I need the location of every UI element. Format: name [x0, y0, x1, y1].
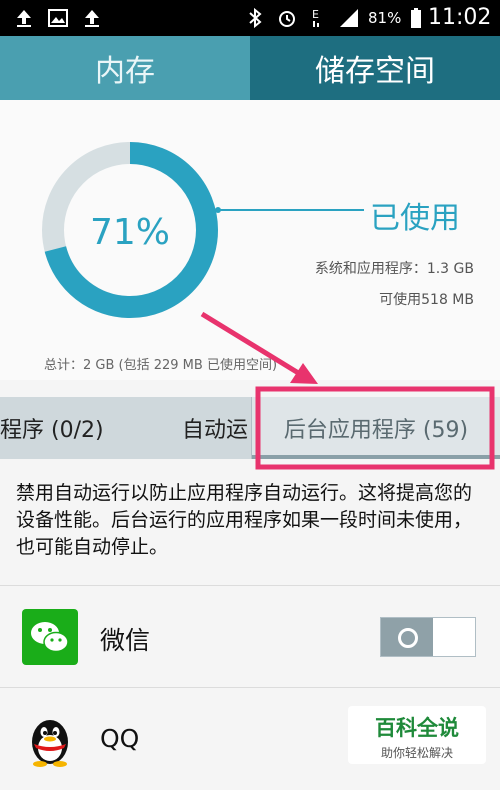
autorun-description: 禁用自动运行以防止应用程序自动运行。这将提高您的设备性能。后台运行的应用程序如果… [16, 482, 473, 558]
bluetooth-icon [249, 7, 262, 29]
clock: 11:02 [428, 5, 492, 30]
upload-icon [85, 10, 99, 27]
battery-icon [411, 8, 421, 28]
svg-text:E: E [312, 8, 319, 21]
qq-penguin-icon [32, 720, 68, 767]
used-label: 已使用 [370, 201, 460, 236]
tab-background-apps[interactable]: 后台应用程序 (59) [252, 397, 500, 459]
leader-line [215, 207, 364, 213]
tab-programs[interactable]: 程序 (0/2) [0, 397, 130, 459]
app-name-wechat: 微信 [100, 626, 151, 655]
upload-icon [17, 10, 31, 27]
alarm-icon [279, 11, 295, 27]
wechat-icon [22, 609, 78, 665]
signal-icon [340, 9, 358, 27]
system-apps-size: 系统和应用程序：1.3 GB [314, 261, 474, 277]
sub-tabs: 程序 (0/2) 自动运 后台应用程序 (59) [0, 397, 500, 459]
watermark-title: 百科全说 [375, 716, 459, 740]
storage-panel: 71% 已使用 系统和应用程序：1.3 GB 可使用518 MB 总计：2 GB… [0, 100, 500, 380]
status-bar: E 81% 11:02 [0, 0, 500, 36]
toggle-knob [381, 618, 433, 656]
watermark: 百科全说 助你轻松解决 [348, 706, 486, 764]
tab-storage[interactable]: 储存空间 [250, 36, 500, 100]
top-tabs: 内存 储存空间 [0, 36, 500, 100]
available-size: 可使用518 MB [379, 292, 474, 308]
wechat-autorun-toggle[interactable] [380, 617, 476, 657]
battery-percent: 81% [368, 9, 402, 27]
watermark-subtitle: 助你轻松解决 [380, 746, 453, 760]
tab-memory[interactable]: 内存 [0, 36, 250, 100]
image-icon [48, 9, 68, 27]
total-size: 总计：2 GB (包括 229 MB 已使用空间) [44, 358, 278, 373]
app-name-qq: QQ [100, 724, 140, 753]
tab-autorun[interactable]: 自动运 [182, 397, 252, 459]
network-e-icon: E [312, 8, 319, 27]
tab-indicator [252, 455, 500, 459]
